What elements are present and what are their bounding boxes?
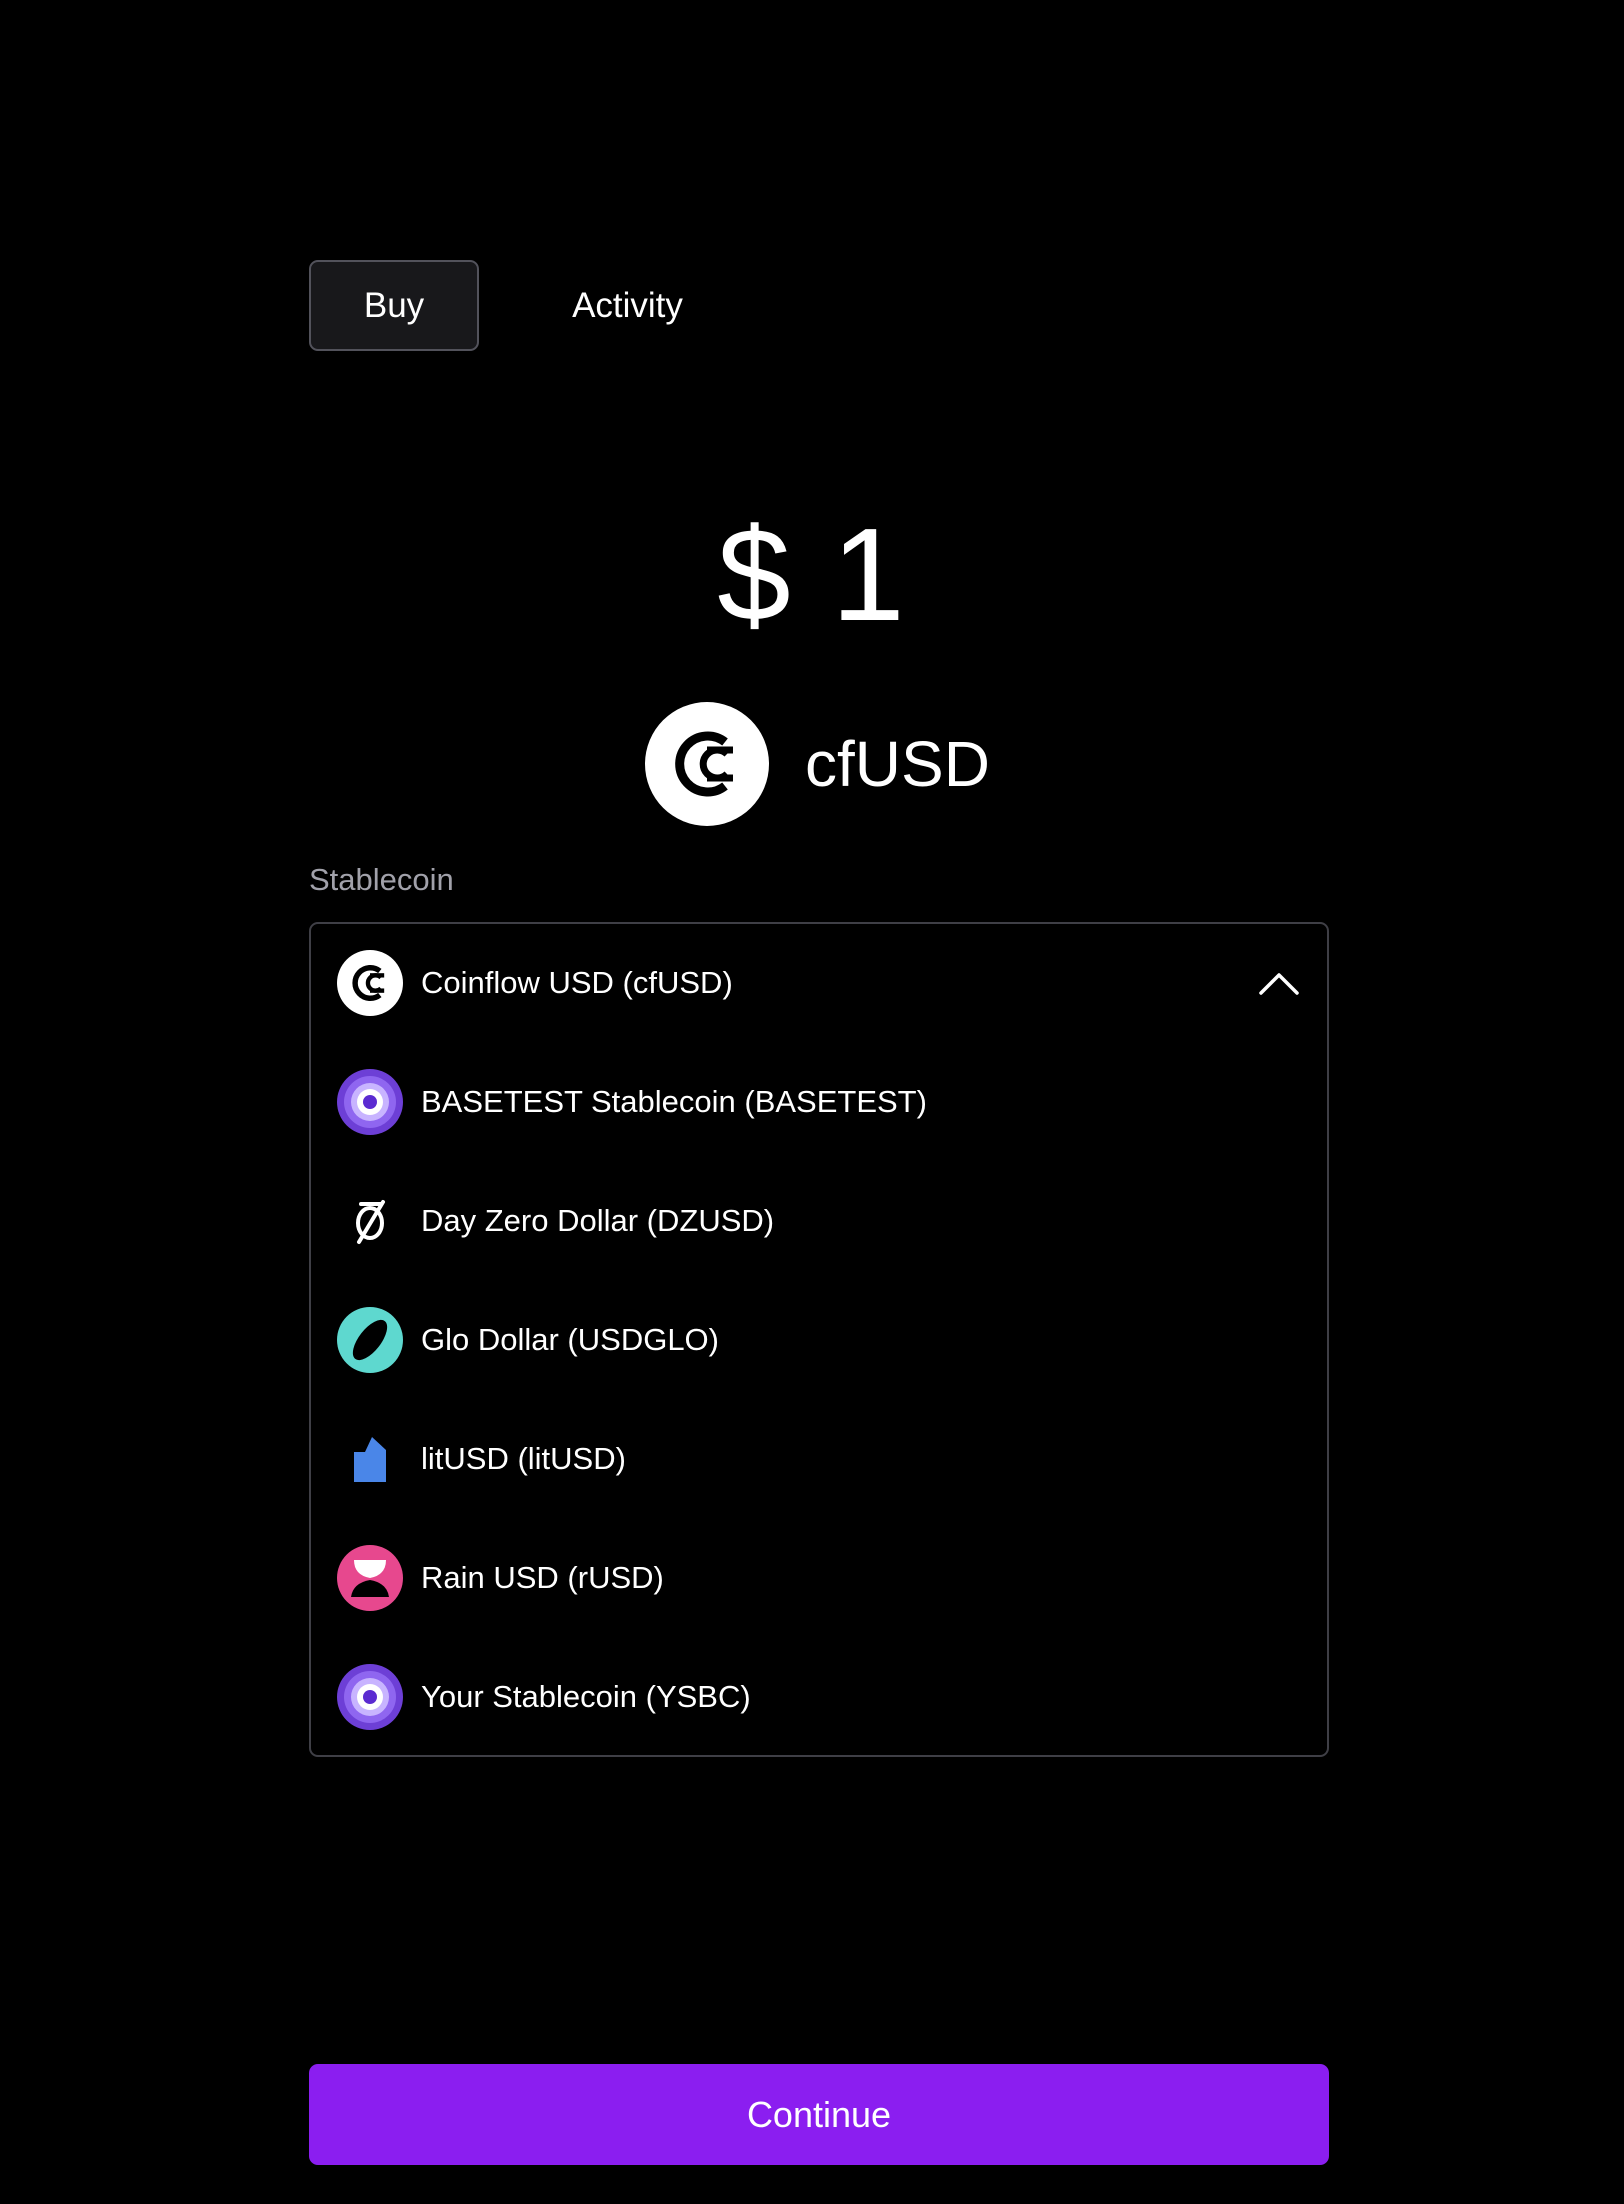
tab-buy[interactable]: Buy: [309, 260, 479, 351]
option-label: Rain USD (rUSD): [421, 1560, 664, 1595]
option-label: Day Zero Dollar (DZUSD): [421, 1203, 775, 1238]
slashed-zero-icon: [337, 1188, 403, 1254]
glo-ring-icon: [337, 1307, 403, 1373]
option-cfusd[interactable]: Coinflow USD (cfUSD): [337, 943, 1301, 1023]
coinflow-icon: [337, 950, 403, 1016]
purple-ring-icon: [337, 1069, 403, 1135]
tab-buy-label: Buy: [363, 285, 425, 325]
option-rusd[interactable]: Rain USD (rUSD): [337, 1538, 1301, 1618]
option-basetest[interactable]: BASETEST Stablecoin (BASETEST): [337, 1062, 1301, 1142]
selected-coin: cfUSD: [645, 702, 990, 826]
blue-tag-icon: [337, 1426, 403, 1492]
option-usdglo[interactable]: Glo Dollar (USDGLO): [337, 1300, 1301, 1380]
continue-button-label: Continue: [746, 2093, 892, 2135]
option-label: litUSD (litUSD): [421, 1441, 626, 1476]
continue-button[interactable]: Continue: [309, 2064, 1329, 2165]
tab-activity-label: Activity: [572, 285, 683, 325]
pink-hourglass-icon: [337, 1545, 403, 1611]
option-litusd[interactable]: litUSD (litUSD): [337, 1419, 1301, 1499]
option-label: BASETEST Stablecoin (BASETEST): [421, 1084, 927, 1119]
option-label: Glo Dollar (USDGLO): [421, 1322, 719, 1357]
tab-activity[interactable]: Activity: [540, 260, 715, 351]
option-dzusd[interactable]: Day Zero Dollar (DZUSD): [337, 1181, 1301, 1261]
coinflow-icon: [645, 702, 769, 826]
option-label: Coinflow USD (cfUSD): [421, 965, 733, 1000]
selected-coin-symbol: cfUSD: [805, 728, 990, 800]
stablecoin-label: Stablecoin: [309, 862, 454, 897]
purple-ring-icon: [337, 1664, 403, 1730]
stablecoin-dropdown[interactable]: Coinflow USD (cfUSD) BASETEST Stablecoin…: [309, 922, 1329, 1757]
amount-display[interactable]: $ 1: [0, 500, 1624, 650]
option-ysbc[interactable]: Your Stablecoin (YSBC): [337, 1657, 1301, 1737]
option-label: Your Stablecoin (YSBC): [421, 1679, 751, 1714]
